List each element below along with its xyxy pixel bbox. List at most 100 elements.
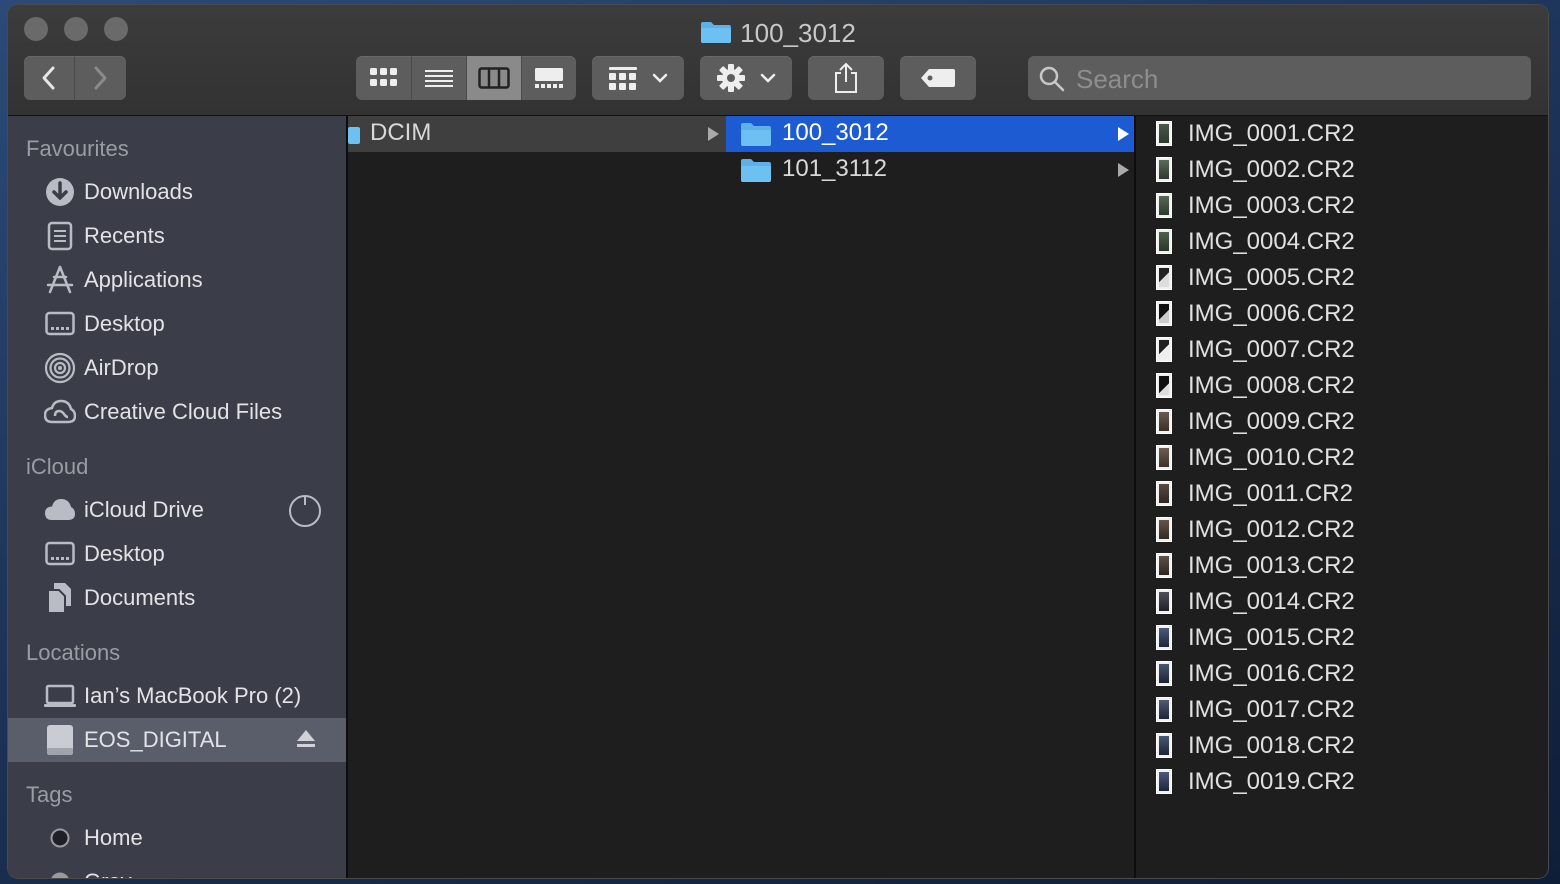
- file-name: IMG_0016.CR2: [1188, 660, 1355, 687]
- file-name: IMG_0013.CR2: [1188, 552, 1355, 579]
- file-row[interactable]: IMG_0015.CR2: [1136, 620, 1544, 656]
- file-row[interactable]: IMG_0008.CR2: [1136, 368, 1544, 404]
- file-row[interactable]: IMG_0011.CR2: [1136, 476, 1544, 512]
- file-row[interactable]: IMG_0006.CR2: [1136, 296, 1544, 332]
- file-row[interactable]: IMG_0018.CR2: [1136, 728, 1544, 764]
- list-view-button[interactable]: [412, 56, 467, 100]
- file-name: IMG_0003.CR2: [1188, 192, 1355, 219]
- search-field[interactable]: [1028, 56, 1531, 102]
- sidebar-item-recents[interactable]: Recents: [8, 214, 346, 258]
- gallery-view-icon: [534, 68, 563, 88]
- file-row[interactable]: IMG_0017.CR2: [1136, 692, 1544, 728]
- image-file-icon: [1156, 697, 1172, 722]
- file-name: IMG_0015.CR2: [1188, 624, 1355, 651]
- column-item-label: 100_3012: [782, 119, 889, 146]
- file-name: IMG_0019.CR2: [1188, 768, 1355, 795]
- file-row[interactable]: IMG_0016.CR2: [1136, 656, 1544, 692]
- image-file-icon: [1156, 409, 1172, 434]
- folder-icon: [740, 157, 772, 188]
- file-row[interactable]: IMG_0013.CR2: [1136, 548, 1544, 584]
- sidebar-item-desktop[interactable]: Desktop: [8, 302, 346, 346]
- file-name: IMG_0017.CR2: [1188, 696, 1355, 723]
- column-item-101-3112[interactable]: 101_3112: [726, 152, 1134, 188]
- sidebar-item-macbook[interactable]: Ian’s MacBook Pro (2): [8, 674, 346, 718]
- file-name: IMG_0009.CR2: [1188, 408, 1355, 435]
- file-row[interactable]: IMG_0003.CR2: [1136, 188, 1544, 224]
- file-name: IMG_0011.CR2: [1188, 480, 1353, 507]
- file-name: IMG_0006.CR2: [1188, 300, 1355, 327]
- sidebar-section-locations: Locations: [26, 640, 121, 665]
- sidebar-item-label: Creative Cloud Files: [84, 399, 283, 424]
- sidebar-item-label: Applications: [84, 267, 203, 292]
- eject-icon[interactable]: [296, 728, 316, 755]
- group-by-button[interactable]: [592, 56, 684, 100]
- search-input[interactable]: [1074, 56, 1518, 102]
- folder-icon: [700, 17, 732, 53]
- sidebar-item-creative-cloud-files[interactable]: Creative Cloud Files: [8, 390, 346, 434]
- forward-button[interactable]: [75, 56, 126, 100]
- image-file-icon: [1156, 625, 1172, 650]
- file-name: IMG_0001.CR2: [1188, 120, 1355, 147]
- file-row[interactable]: IMG_0004.CR2: [1136, 224, 1544, 260]
- file-row[interactable]: IMG_0019.CR2: [1136, 764, 1544, 800]
- image-file-icon: [1156, 733, 1172, 758]
- share-button[interactable]: [808, 56, 884, 100]
- sidebar-item-tag-gray[interactable]: Gray: [8, 860, 346, 878]
- documents-icon: [44, 582, 76, 614]
- column-item-100-3012[interactable]: 100_3012: [726, 116, 1134, 152]
- downloads-icon: [44, 176, 76, 208]
- sidebar-item-label: Desktop: [84, 541, 165, 566]
- sidebar-item-documents[interactable]: Documents: [8, 576, 346, 620]
- image-file-icon: [1156, 373, 1172, 398]
- sidebar-item-icloud-desktop[interactable]: Desktop: [8, 532, 346, 576]
- file-name: IMG_0002.CR2: [1188, 156, 1355, 183]
- chevron-left-icon: [42, 66, 55, 90]
- column-item-dcim[interactable]: DCIM: [348, 116, 726, 152]
- image-file-icon: [1156, 337, 1172, 362]
- file-name: IMG_0018.CR2: [1188, 732, 1355, 759]
- column-view-button[interactable]: [466, 56, 522, 100]
- tag-dot-icon: [44, 866, 76, 878]
- gallery-view-button[interactable]: [522, 56, 576, 100]
- group-by-icon: [609, 67, 637, 90]
- sidebar-item-downloads[interactable]: Downloads: [8, 170, 346, 214]
- image-file-icon: [1156, 157, 1172, 182]
- sidebar-item-label: Ian’s MacBook Pro (2): [84, 683, 302, 708]
- sidebar-item-applications[interactable]: Applications: [8, 258, 346, 302]
- sidebar-item-icloud-drive[interactable]: iCloud Drive: [8, 488, 346, 532]
- sidebar-item-airdrop[interactable]: AirDrop: [8, 346, 346, 390]
- column-view-icon: [477, 67, 510, 89]
- gear-icon: [717, 64, 745, 92]
- file-row[interactable]: IMG_0014.CR2: [1136, 584, 1544, 620]
- column-browser-1: DCIM: [346, 116, 728, 878]
- file-row[interactable]: IMG_0010.CR2: [1136, 440, 1544, 476]
- window-title-text: 100_3012: [740, 18, 856, 48]
- sidebar-item-label: Gray: [84, 868, 132, 878]
- image-file-icon: [1156, 445, 1172, 470]
- file-row[interactable]: IMG_0002.CR2: [1136, 152, 1544, 188]
- action-button[interactable]: [700, 56, 792, 100]
- file-name: IMG_0014.CR2: [1188, 588, 1355, 615]
- file-row[interactable]: IMG_0007.CR2: [1136, 332, 1544, 368]
- chevron-down-icon: [760, 73, 776, 83]
- edit-tags-button[interactable]: [900, 56, 976, 100]
- sidebar-section-favourites: Favourites: [26, 136, 129, 161]
- file-row[interactable]: IMG_0005.CR2: [1136, 260, 1544, 296]
- file-name: IMG_0007.CR2: [1188, 336, 1355, 363]
- disclosure-arrow-icon: [1118, 127, 1129, 141]
- file-name: IMG_0012.CR2: [1188, 516, 1355, 543]
- sidebar-item-tag-home[interactable]: Home: [8, 816, 346, 860]
- file-row[interactable]: IMG_0009.CR2: [1136, 404, 1544, 440]
- creative-cloud-icon: [44, 396, 76, 428]
- airdrop-icon: [44, 352, 76, 384]
- column-item-label: 101_3112: [782, 155, 887, 182]
- back-button[interactable]: [24, 56, 75, 100]
- icon-view-button[interactable]: [357, 56, 412, 100]
- image-file-icon: [1156, 193, 1172, 218]
- file-row[interactable]: IMG_0001.CR2: [1136, 116, 1544, 152]
- chevron-down-icon: [652, 73, 668, 83]
- image-file-icon: [1156, 769, 1172, 794]
- sidebar-item-eos-digital[interactable]: EOS_DIGITAL: [8, 718, 346, 762]
- image-file-icon: [1156, 553, 1172, 578]
- file-row[interactable]: IMG_0012.CR2: [1136, 512, 1544, 548]
